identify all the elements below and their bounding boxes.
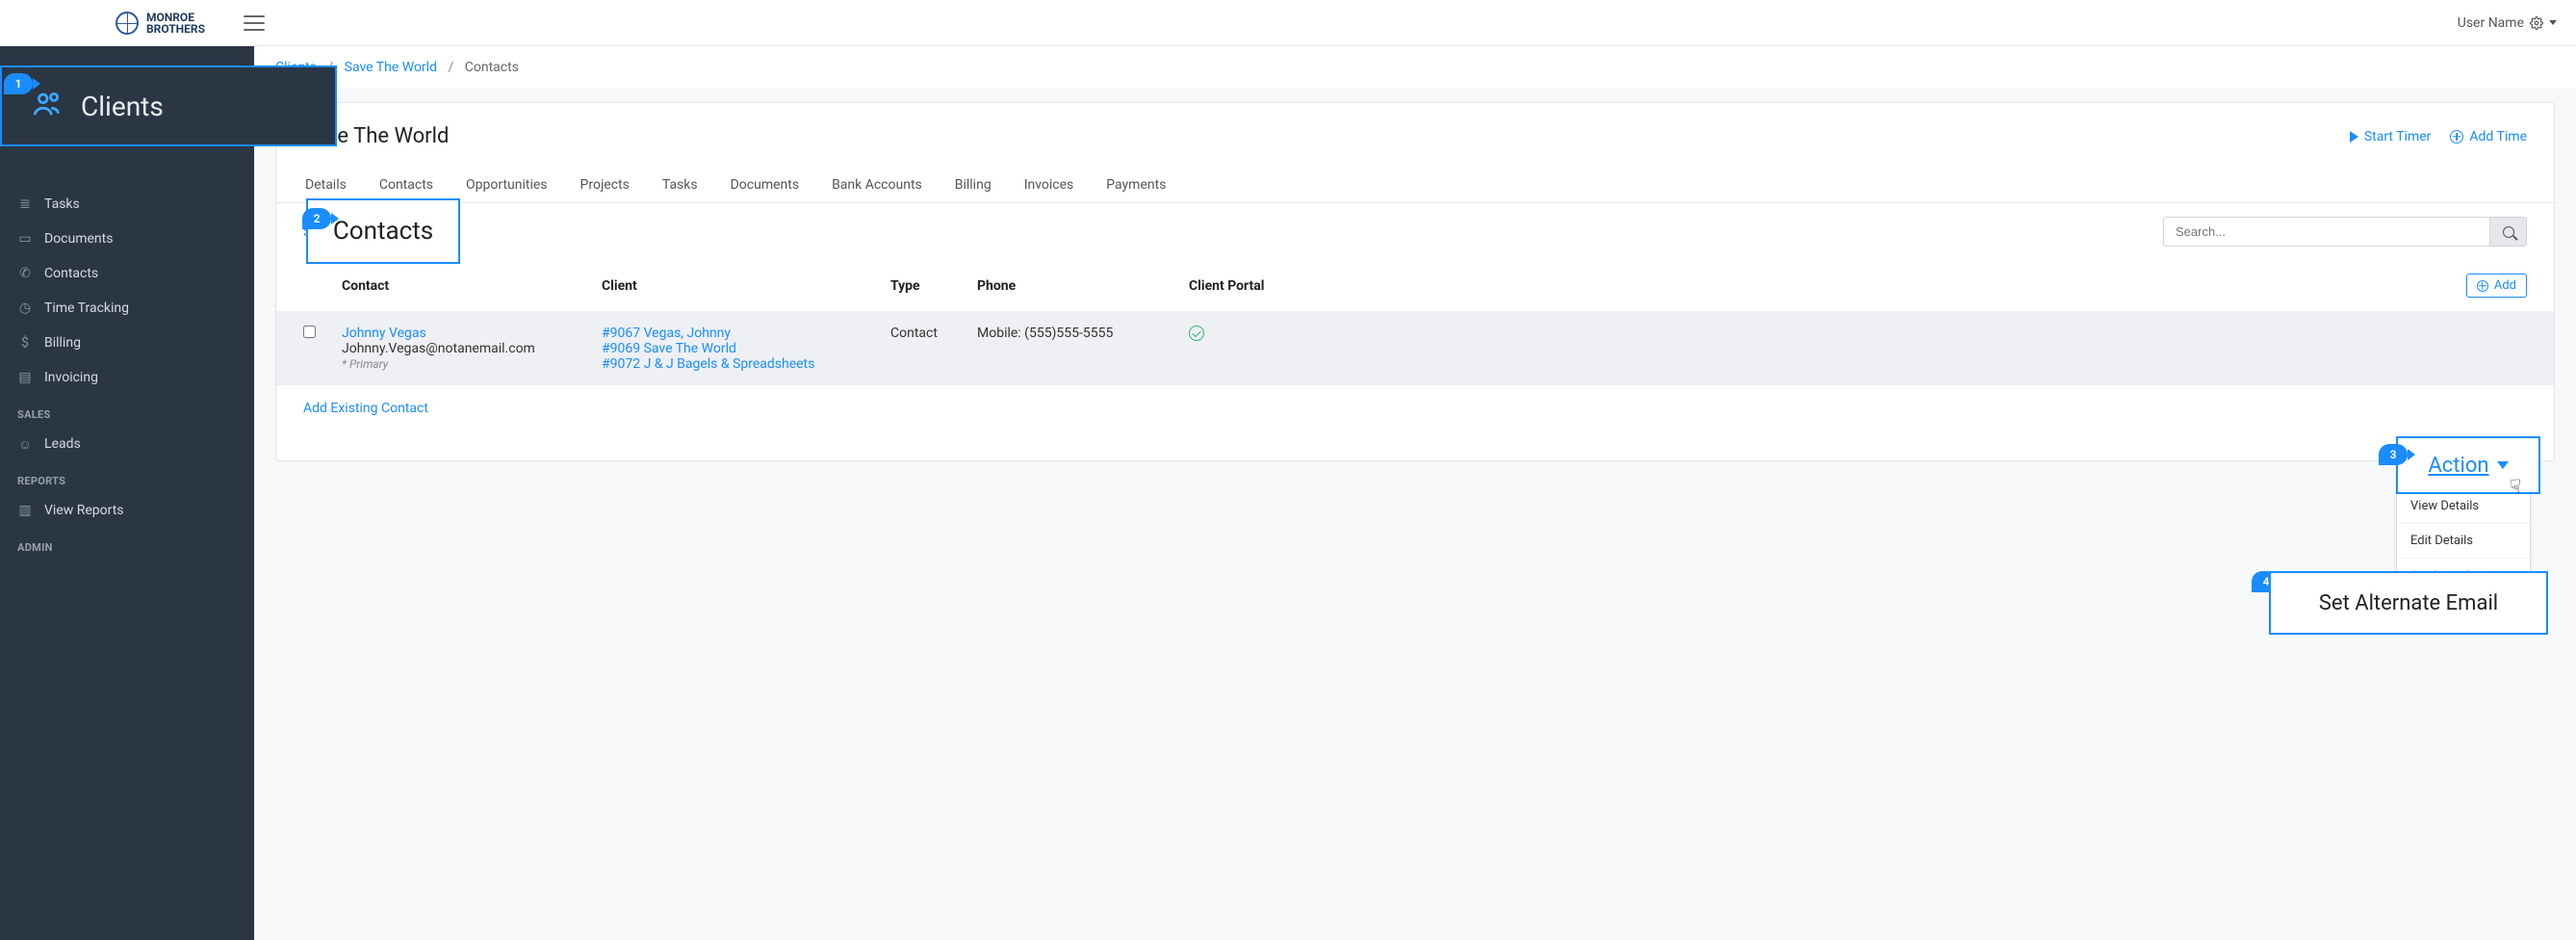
callout-badge-3: 3 — [2379, 444, 2408, 465]
row-checkbox[interactable] — [303, 326, 316, 338]
dollar-icon: $ — [17, 335, 33, 351]
brand-line1: MONROE — [146, 12, 205, 23]
add-time-button[interactable]: Add Time — [2450, 129, 2527, 144]
plus-icon — [2477, 280, 2488, 292]
col-phone: Phone — [977, 278, 1189, 294]
sidebar-label: Documents — [44, 231, 113, 247]
add-contact-button[interactable]: Add — [2466, 274, 2527, 298]
col-portal: Client Portal — [1189, 278, 1381, 294]
dropdown-edit-details[interactable]: Edit Details — [2397, 524, 2530, 559]
tabs: Details Contacts Opportunities Projects … — [276, 158, 2554, 203]
hamburger-menu-icon[interactable] — [244, 15, 265, 31]
portal-check-icon — [1189, 326, 1204, 341]
sidebar: ⌂ Dashboard ≣ Tasks ▭ Documents ✆ Contac… — [0, 46, 254, 940]
gear-icon — [2530, 16, 2543, 30]
brand-logo: MONROE BROTHERS — [116, 12, 205, 35]
breadcrumb-current: Contacts — [465, 60, 519, 75]
sidebar-label: Billing — [44, 335, 81, 351]
brand-line2: BROTHERS — [146, 23, 205, 35]
callout-set-alternate-email[interactable]: Set Alternate Email — [2269, 571, 2548, 635]
globe-icon — [116, 12, 139, 35]
sidebar-label: Contacts — [44, 266, 98, 281]
start-timer-button[interactable]: Start Timer — [2350, 129, 2432, 144]
sidebar-section-admin: ADMIN — [0, 528, 254, 560]
tab-bank-accounts[interactable]: Bank Accounts — [830, 168, 924, 202]
clients-icon — [31, 88, 64, 124]
sidebar-item-view-reports[interactable]: ▥ View Reports — [0, 493, 254, 528]
main-content: Clients / Save The World / Contacts Save… — [254, 46, 2576, 940]
folder-icon: ▭ — [17, 231, 33, 247]
client-link-2[interactable]: #9069 Save The World — [602, 341, 736, 356]
tab-documents[interactable]: Documents — [729, 168, 801, 202]
sidebar-section-sales: SALES — [0, 395, 254, 427]
sidebar-item-leads[interactable]: ☺ Leads — [0, 427, 254, 461]
user-menu[interactable]: User Name — [2458, 15, 2557, 31]
list-icon: ≣ — [17, 196, 33, 212]
user-name: User Name — [2458, 15, 2524, 31]
row-type: Contact — [890, 326, 977, 341]
top-bar: MONROE BROTHERS User Name — [0, 0, 2576, 46]
tab-projects[interactable]: Projects — [579, 168, 631, 202]
plus-circle-icon — [2450, 130, 2463, 144]
cursor-hand-icon: ☟ — [2510, 475, 2521, 498]
clock-icon: ◷ — [17, 300, 33, 316]
content-panel: Save The World Start Timer Add Time Deta… — [275, 102, 2555, 461]
callout-badge-2: 2 — [302, 208, 331, 229]
sidebar-label: Time Tracking — [44, 300, 129, 316]
tab-invoices[interactable]: Invoices — [1022, 168, 1076, 202]
search-button[interactable] — [2490, 217, 2527, 247]
tab-billing[interactable]: Billing — [953, 168, 993, 202]
col-contact: Contact — [342, 278, 602, 294]
tab-contacts[interactable]: Contacts — [377, 168, 435, 202]
caret-down-icon — [2497, 461, 2509, 469]
sidebar-item-contacts[interactable]: ✆ Contacts — [0, 256, 254, 291]
callout-action[interactable]: Action ☟ — [2396, 436, 2540, 494]
col-client: Client — [602, 278, 890, 294]
tab-details[interactable]: Details — [303, 168, 348, 202]
document-icon: ▤ — [17, 370, 33, 385]
phone-icon: ✆ — [17, 266, 33, 281]
sidebar-label: Invoicing — [44, 370, 98, 385]
tab-tasks[interactable]: Tasks — [660, 168, 700, 202]
table-header: Contact Client Type Phone Client Portal … — [276, 260, 2554, 312]
breadcrumb-client-name[interactable]: Save The World — [345, 60, 437, 75]
contact-email: Johnny.Vegas@notanemail.com — [342, 341, 535, 356]
sidebar-section-reports: REPORTS — [0, 461, 254, 493]
breadcrumb: Clients / Save The World / Contacts — [254, 46, 2576, 89]
sidebar-item-tasks[interactable]: ≣ Tasks — [0, 187, 254, 222]
sidebar-item-billing[interactable]: $ Billing — [0, 326, 254, 360]
tab-payments[interactable]: Payments — [1104, 168, 1168, 202]
col-type: Type — [890, 278, 977, 294]
play-icon — [2350, 131, 2358, 143]
search-input[interactable] — [2163, 217, 2490, 247]
row-phone: Mobile: (555)555-5555 — [977, 326, 1189, 341]
sidebar-label: View Reports — [44, 503, 124, 518]
contact-name-link[interactable]: Johnny Vegas — [342, 326, 426, 341]
sidebar-item-invoicing[interactable]: ▤ Invoicing — [0, 360, 254, 395]
client-link-3[interactable]: #9072 J & J Bagels & Spreadsheets — [602, 356, 814, 372]
caret-down-icon — [2549, 20, 2557, 25]
table-row: Johnny Vegas Johnny.Vegas@notanemail.com… — [276, 312, 2554, 385]
people-icon: ☺ — [17, 436, 33, 452]
add-existing-contact-link[interactable]: Add Existing Contact — [303, 401, 428, 416]
chart-icon: ▥ — [17, 503, 33, 518]
callout-clients-nav[interactable]: Clients — [0, 65, 337, 146]
client-link-1[interactable]: #9067 Vegas, Johnny — [602, 326, 731, 341]
search-icon — [2503, 226, 2514, 238]
tab-opportunities[interactable]: Opportunities — [464, 168, 550, 202]
sidebar-item-documents[interactable]: ▭ Documents — [0, 222, 254, 256]
sidebar-label: Leads — [44, 436, 81, 452]
callout-contacts-tab[interactable]: Contacts — [306, 198, 460, 264]
sidebar-item-time-tracking[interactable]: ◷ Time Tracking — [0, 291, 254, 326]
primary-badge: * Primary — [342, 357, 388, 371]
callout-badge-1: 1 — [4, 73, 33, 94]
sidebar-label: Tasks — [44, 196, 80, 212]
